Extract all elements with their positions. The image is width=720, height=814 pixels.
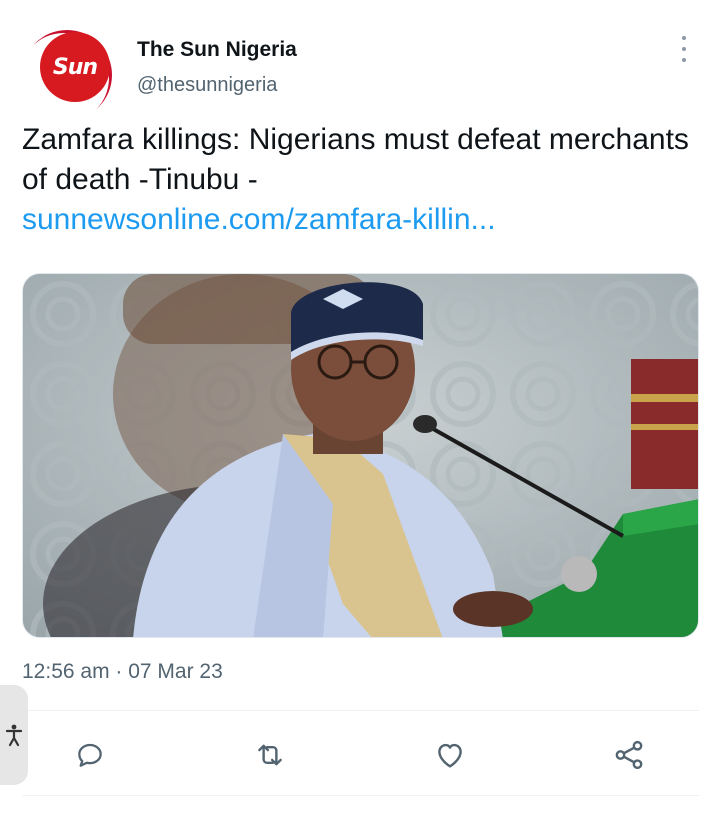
more-dot — [682, 47, 686, 51]
share-button[interactable] — [609, 735, 649, 775]
accessibility-button[interactable] — [0, 685, 28, 785]
avatar-logo-text: Sun — [52, 54, 98, 80]
retweet-icon — [258, 744, 282, 766]
tweet-actions — [0, 725, 720, 785]
share-icon — [615, 740, 643, 770]
like-button[interactable] — [430, 735, 470, 775]
divider — [22, 795, 699, 796]
heart-icon — [438, 743, 462, 768]
more-vertical-icon — [682, 36, 686, 40]
more-options-button[interactable] — [676, 36, 692, 62]
tweet-link[interactable]: sunnewsonline.com/zamfara-killin... — [22, 200, 496, 240]
more-dot — [682, 58, 686, 62]
tweet-text: Zamfara killings: Nigerians must defeat … — [22, 123, 689, 196]
tweet-image[interactable] — [22, 273, 699, 638]
tweet-timestamp[interactable]: 12:56 am · 07 Mar 23 — [22, 660, 223, 684]
reply-icon — [78, 743, 102, 767]
author-handle[interactable]: @thesunnigeria — [137, 74, 277, 97]
accessibility-icon — [5, 724, 23, 747]
retweet-button[interactable] — [250, 735, 290, 775]
author-name[interactable]: The Sun Nigeria — [137, 38, 297, 62]
avatar[interactable]: Sun — [22, 30, 112, 120]
divider — [22, 710, 699, 711]
speaker-photo — [23, 274, 698, 637]
reply-button[interactable] — [70, 735, 110, 775]
sun-logo: Sun — [40, 32, 110, 102]
